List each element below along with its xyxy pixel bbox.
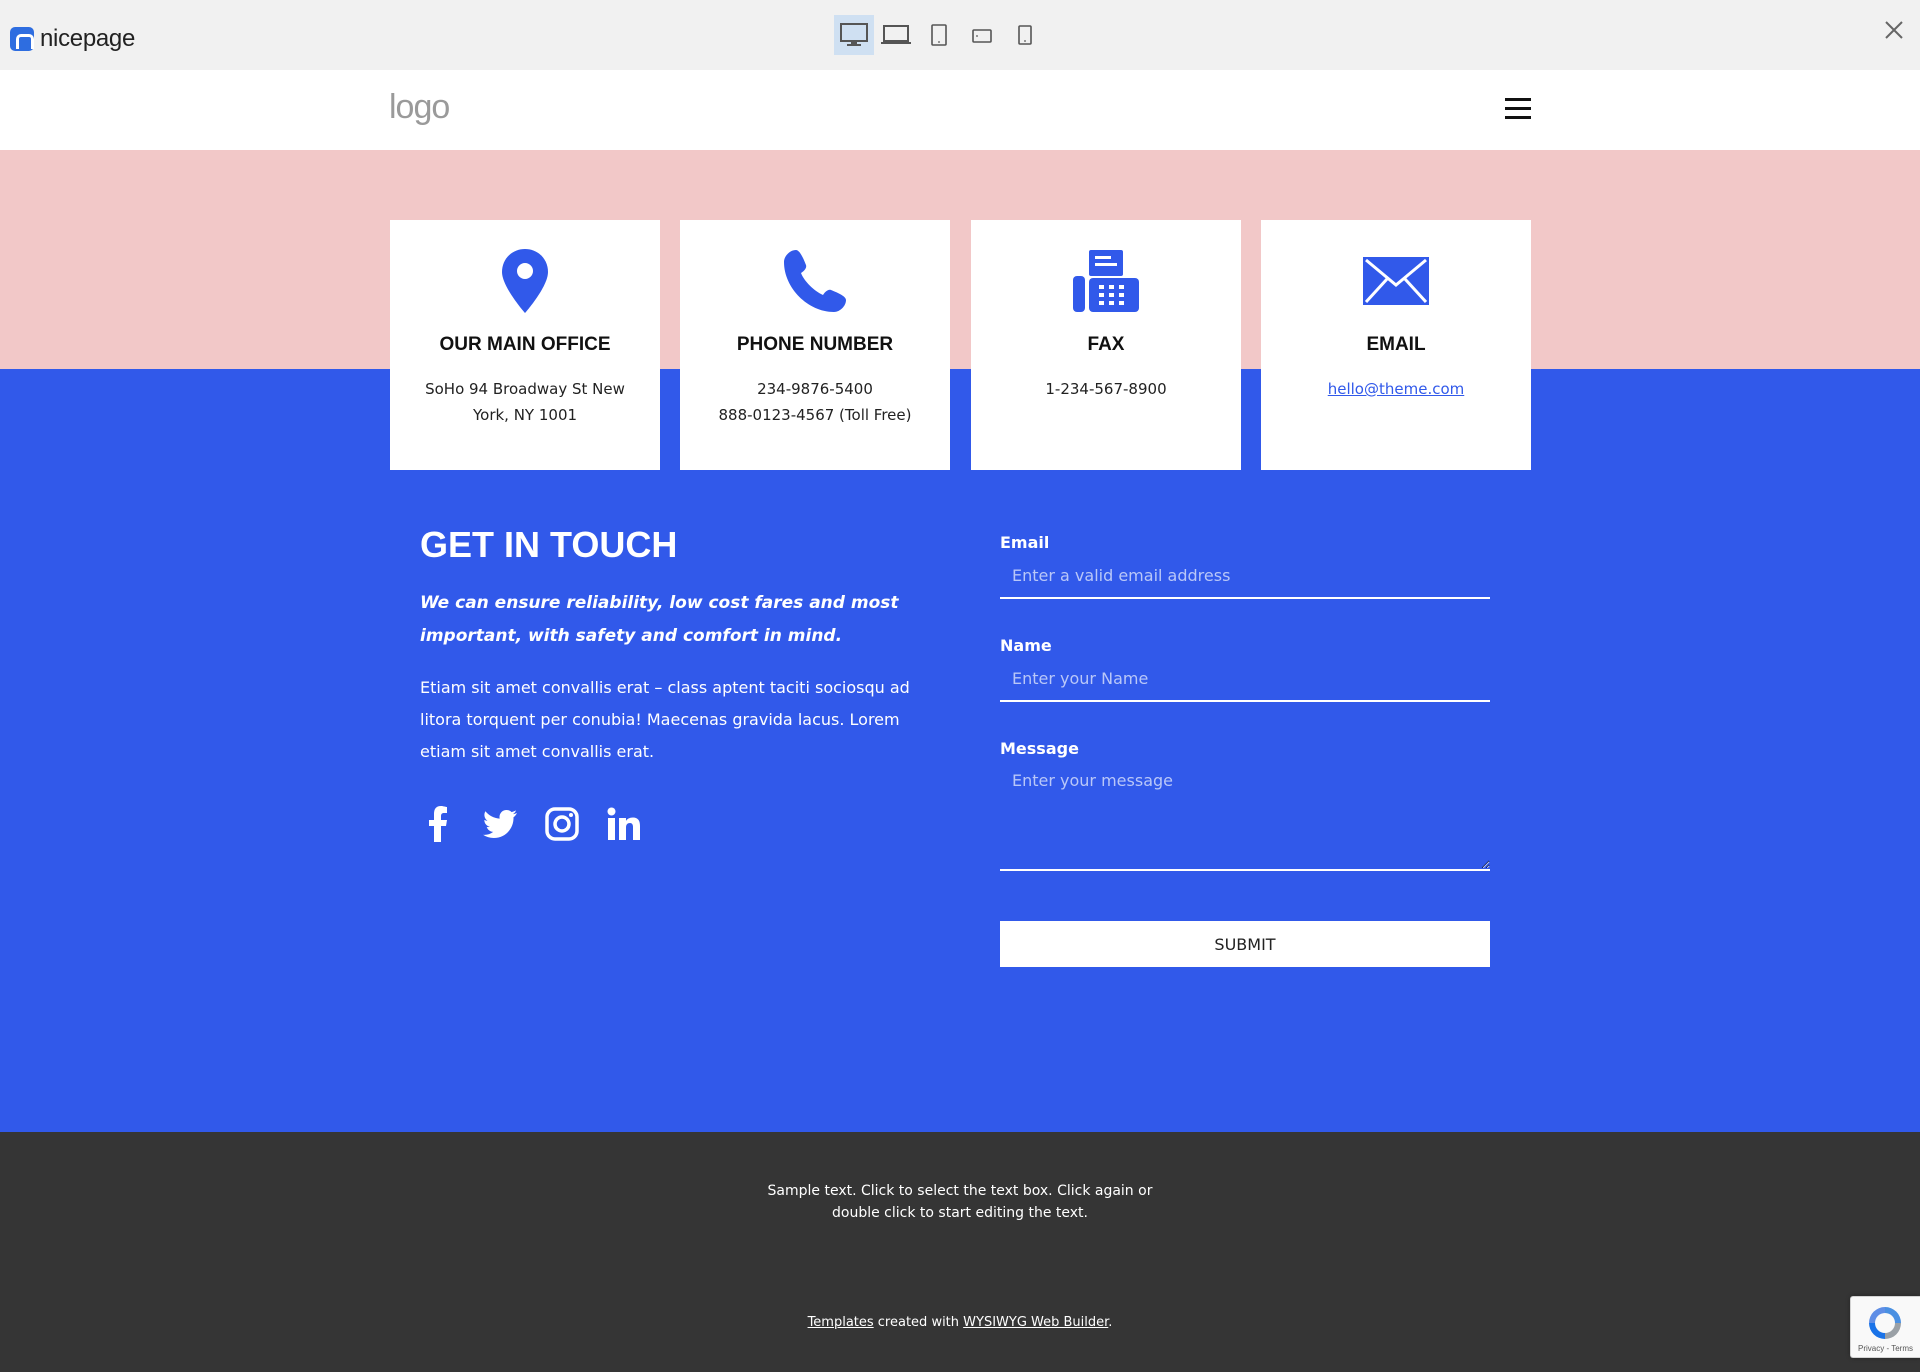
card-title: FAX [1087, 334, 1125, 355]
contact-body: Etiam sit amet convallis erat – class ap… [420, 678, 910, 761]
instagram-icon[interactable] [544, 806, 580, 842]
footer-credit: Templates created with WYSIWYG Web Build… [807, 1315, 1113, 1330]
submit-button[interactable]: SUBMIT [1000, 921, 1490, 967]
facebook-icon[interactable] [420, 806, 456, 842]
contact-title: GET IN TOUCH [420, 524, 678, 565]
email-link[interactable]: hello@theme.com [1328, 380, 1465, 398]
nicepage-logo-icon [10, 27, 34, 51]
recaptcha-terms: Privacy - Terms [1858, 1344, 1913, 1353]
tablet-icon [931, 24, 947, 46]
footer [0, 1132, 1920, 1372]
footer-sample-text: Sample text. Click to select the text bo… [767, 1183, 1153, 1221]
card-title: EMAIL [1366, 334, 1426, 355]
name-field[interactable] [1000, 656, 1490, 702]
card-title: OUR MAIN OFFICE [439, 334, 611, 355]
laptop-icon [881, 25, 911, 44]
nicepage-logo[interactable]: nicepage [10, 25, 135, 53]
message-label: Message [1000, 739, 1079, 758]
hamburger-menu-icon[interactable] [1505, 98, 1531, 120]
recaptcha-badge[interactable]: Privacy - Terms [1850, 1296, 1920, 1358]
device-tablet-landscape-button[interactable] [960, 15, 1004, 55]
card-title: PHONE NUMBER [736, 334, 894, 355]
desktop-icon [840, 23, 868, 46]
device-switcher [834, 15, 1046, 55]
recaptcha-icon [1869, 1307, 1901, 1339]
card-text: SoHo 94 Broadway St New York, NY 1001 [425, 380, 625, 424]
close-preview-button[interactable] [1882, 18, 1906, 42]
card-main-office: OUR MAIN OFFICE SoHo 94 Broadway St New … [390, 220, 660, 470]
pink-band [0, 150, 1920, 369]
web-builder-link[interactable]: WYSIWYG Web Builder [963, 1315, 1108, 1330]
device-laptop-button[interactable] [874, 15, 918, 55]
name-label: Name [1000, 636, 1052, 655]
twitter-icon[interactable] [482, 806, 518, 842]
device-desktop-button[interactable] [834, 15, 874, 55]
envelope-icon [1363, 257, 1429, 305]
phone-handset-icon [784, 250, 846, 312]
card-phone-number: PHONE NUMBER 234-9876-5400 888-0123-4567… [680, 220, 950, 470]
fax-icon [1073, 250, 1139, 312]
contact-lead: We can ensure reliability, low cost fare… [420, 593, 899, 646]
email-label: Email [1000, 533, 1050, 552]
site-header: logo [0, 70, 1920, 150]
contact-section [0, 369, 1920, 1132]
device-phone-button[interactable] [1004, 15, 1046, 55]
close-icon [1885, 21, 1903, 39]
site-logo[interactable]: logo [389, 88, 450, 127]
card-text: 234-9876-5400 888-0123-4567 (Toll Free) [718, 380, 912, 424]
card-email: EMAIL hello@theme.com [1261, 220, 1531, 470]
templates-link[interactable]: Templates [808, 1315, 874, 1330]
email-field[interactable] [1000, 553, 1490, 599]
card-fax: FAX 1-234-567-8900 [971, 220, 1241, 470]
device-tablet-button[interactable] [918, 15, 960, 55]
card-text: hello@theme.com [1281, 376, 1511, 402]
map-pin-icon [502, 249, 548, 313]
phone-icon [1018, 25, 1032, 45]
tablet-landscape-icon [972, 29, 992, 43]
card-text: 1-234-567-8900 [1045, 380, 1167, 398]
social-links [420, 806, 642, 842]
nicepage-brand: nicepage [40, 25, 136, 52]
linkedin-icon[interactable] [606, 806, 642, 842]
preview-toolbar: nicepage [0, 0, 1920, 70]
message-field[interactable] [1000, 759, 1490, 871]
